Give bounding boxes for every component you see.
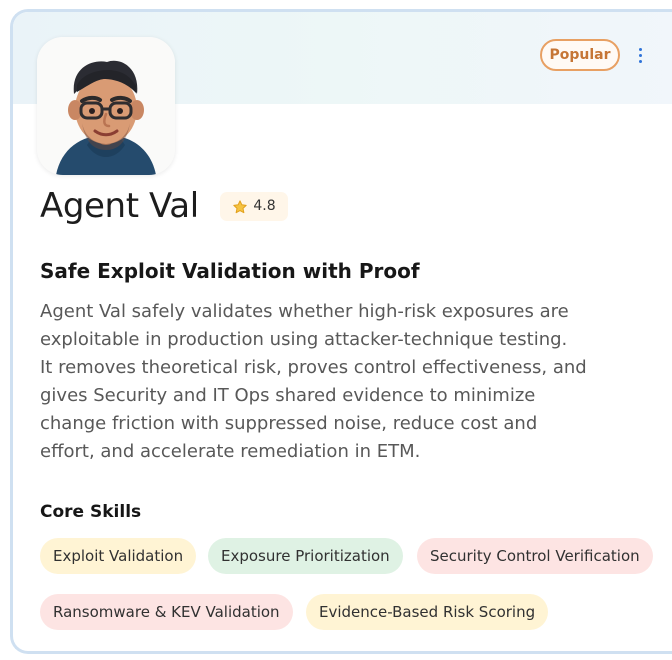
core-skills-title: Core Skills — [40, 502, 142, 522]
description-line: Agent Val safely validates whether high-… — [40, 301, 569, 322]
agent-name: Agent Val — [40, 186, 199, 226]
skill-chip-security-control-verification: Security Control Verification — [417, 538, 653, 574]
menu-dot — [638, 47, 642, 51]
menu-dot — [638, 59, 642, 63]
agent-avatar — [37, 37, 175, 175]
description-line: change friction with suppressed noise, r… — [40, 413, 538, 434]
skill-chip-evidence-based-risk-scoring: Evidence-Based Risk Scoring — [306, 594, 549, 630]
rating-value: 4.8 — [253, 198, 276, 214]
skill-chip-exploit-validation: Exploit Validation — [40, 538, 197, 574]
agent-description: Agent Val safely validates whether high-… — [40, 298, 668, 466]
popular-badge: Popular — [540, 39, 620, 71]
skill-chip-ransomware-kev-validation: Ransomware & KEV Validation — [40, 594, 293, 630]
agent-headline: Safe Exploit Validation with Proof — [40, 259, 420, 283]
description-line: It removes theoretical risk, proves cont… — [40, 357, 587, 378]
vertical-more-icon[interactable] — [633, 41, 647, 69]
description-line: exploitable in production using attacker… — [40, 329, 568, 350]
description-line: gives Security and IT Ops shared evidenc… — [40, 385, 536, 406]
star-icon — [233, 199, 248, 213]
menu-dot — [638, 53, 642, 57]
description-line: effort, and accelerate remediation in ET… — [40, 441, 421, 462]
rating-badge: 4.8 — [220, 192, 288, 221]
page: Popular Agent Val 4.8 Safe Exploit Valid… — [0, 0, 672, 660]
cartoon-man-avatar-icon — [37, 37, 175, 175]
agent-card[interactable]: Popular Agent Val 4.8 Safe Exploit Valid… — [10, 9, 672, 654]
skill-chip-exposure-prioritization: Exposure Prioritization — [208, 538, 403, 574]
